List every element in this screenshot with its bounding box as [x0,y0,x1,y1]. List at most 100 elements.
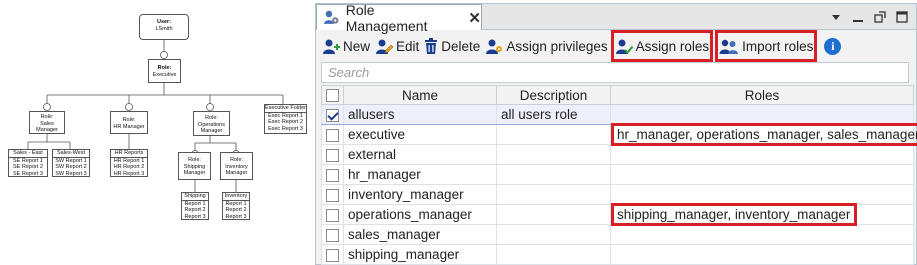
org-folder-item: Report 3 [184,213,206,220]
table-row[interactable]: hr_manager [321,164,914,185]
select-all-header[interactable] [321,85,344,105]
role-name-cell: executive [343,124,497,145]
org-role-shipping-manager: Role: Shipping Manager [178,152,211,180]
org-folder-item: Report 2 [184,207,206,213]
role-roles-cell [610,164,914,185]
org-folder-title: Shipping [182,193,208,201]
org-role-name-2: Manager [200,128,223,134]
toolbar: New Edit Delete Assign privileges Assign… [316,30,916,62]
import-roles-icon [719,39,739,54]
role-name-cell: allusers [343,104,497,125]
column-header-name[interactable]: Name [343,85,497,105]
close-icon[interactable]: ✕ [468,9,481,27]
org-folder-title: Sales - East [9,150,47,158]
role-description-cell: all users role [496,104,611,125]
row-checkbox[interactable] [326,168,339,182]
row-checkbox-cell [321,144,344,165]
org-folder-item: Exec Report 2 [268,119,303,125]
row-checkbox-cell [321,124,344,145]
org-folder-item: HR Report 2 [113,164,145,170]
select-all-checkbox[interactable] [326,89,339,103]
table-row[interactable]: shipping_manager [321,244,914,265]
minimize-icon[interactable] [852,10,864,22]
org-folder-item: Report 2 [225,207,247,213]
tab-title: Role Management [345,1,428,34]
role-roles-cell [610,244,914,265]
org-folder-item: Exec Report 3 [268,125,303,132]
table-row[interactable]: sales_manager [321,224,914,245]
row-checkbox-cell [321,204,344,225]
table-header-row: Name Description Roles [321,85,914,105]
role-roles-cell: hr_manager, operations_manager, sales_ma… [610,123,917,146]
org-role-inventory-manager: Role: Inventory Manager [220,152,253,180]
table-row[interactable]: executive hr_manager, operations_manager… [321,123,917,146]
role-roles-cell [610,144,914,165]
search-input[interactable]: Search [321,62,909,83]
role-management-panel: Role Management ✕ New Edit Delete Assign… [315,2,917,265]
org-chart: User: LSmith Role: Executive Role: Sales… [0,0,310,265]
role-name-cell: shipping_manager [343,244,497,265]
table-row[interactable]: operations_manager shipping_manager, inv… [321,203,914,226]
row-checkbox[interactable] [326,128,339,142]
org-role-name-2: Manager [183,170,206,176]
org-user-name: LSmith [155,25,173,32]
role-description-cell [496,144,611,165]
restore-icon[interactable] [874,10,886,23]
assign-roles-button[interactable]: Assign roles [610,30,714,62]
assign-privileges-button[interactable]: Assign privileges [485,34,608,58]
edit-button[interactable]: Edit [375,34,419,58]
org-role-hr-manager: Role: HR Manager [110,111,148,134]
column-header-description[interactable]: Description [496,85,611,105]
maximize-icon[interactable] [896,10,908,23]
org-user-box: User: LSmith [139,14,189,40]
role-description-cell [496,244,611,265]
role-description-cell [496,224,611,245]
assign-privileges-label: Assign privileges [506,38,608,54]
row-checkbox[interactable] [326,248,339,262]
role-description-cell [496,164,611,185]
role-description-cell [496,184,611,205]
row-checkbox-cell [321,104,344,125]
table-row[interactable]: allusers all users role [321,104,914,125]
org-role-name-2: Manager [225,170,248,176]
org-folder-executive: Executive Folder Exec Report 1 Exec Repo… [264,104,307,134]
row-checkbox[interactable] [326,148,339,162]
import-roles-button[interactable]: Import roles [715,30,818,62]
add-user-icon [323,39,340,54]
role-name-cell: operations_manager [343,204,497,225]
delete-button[interactable]: Delete [424,34,480,58]
view-menu-icon[interactable] [830,10,842,22]
new-label: New [343,38,371,54]
assign-roles-icon [615,39,633,54]
row-checkbox[interactable] [326,188,339,202]
row-checkbox[interactable] [326,228,339,242]
table-row[interactable]: external [321,144,914,165]
role-name-cell: external [343,144,497,165]
assign-roles-label: Assign roles [635,38,710,54]
delete-label: Delete [441,38,481,54]
role-management-icon [323,10,339,24]
window-controls [830,10,908,23]
row-checkbox-cell [321,224,344,245]
org-role-name-2: Manager [36,127,58,133]
role-description-cell [496,124,611,145]
column-header-roles[interactable]: Roles [610,85,914,105]
org-role-name: Executive [152,71,177,78]
row-checkbox-cell [321,184,344,205]
row-checkbox[interactable] [326,108,339,122]
org-folder-inventory: Inventory Report 1 Report 2 Report 3 [222,192,250,220]
org-folder-title: Inventory [223,193,249,201]
trash-icon [425,37,438,54]
table-row[interactable]: inventory_manager [321,184,914,205]
org-folder-item: SE Report 3 [13,170,43,177]
row-checkbox-cell [321,244,344,265]
new-button[interactable]: New [322,34,370,58]
org-role-operations-manager: Role: Operations Manager [193,111,230,136]
role-roles-cell [610,184,914,205]
info-icon[interactable]: i [824,37,842,55]
tab-role-management[interactable]: Role Management ✕ [316,2,482,34]
org-role-executive: Role: Executive [148,59,181,83]
import-roles-label: Import roles [742,38,814,54]
row-checkbox[interactable] [326,208,339,222]
role-name-cell: hr_manager [343,164,497,185]
